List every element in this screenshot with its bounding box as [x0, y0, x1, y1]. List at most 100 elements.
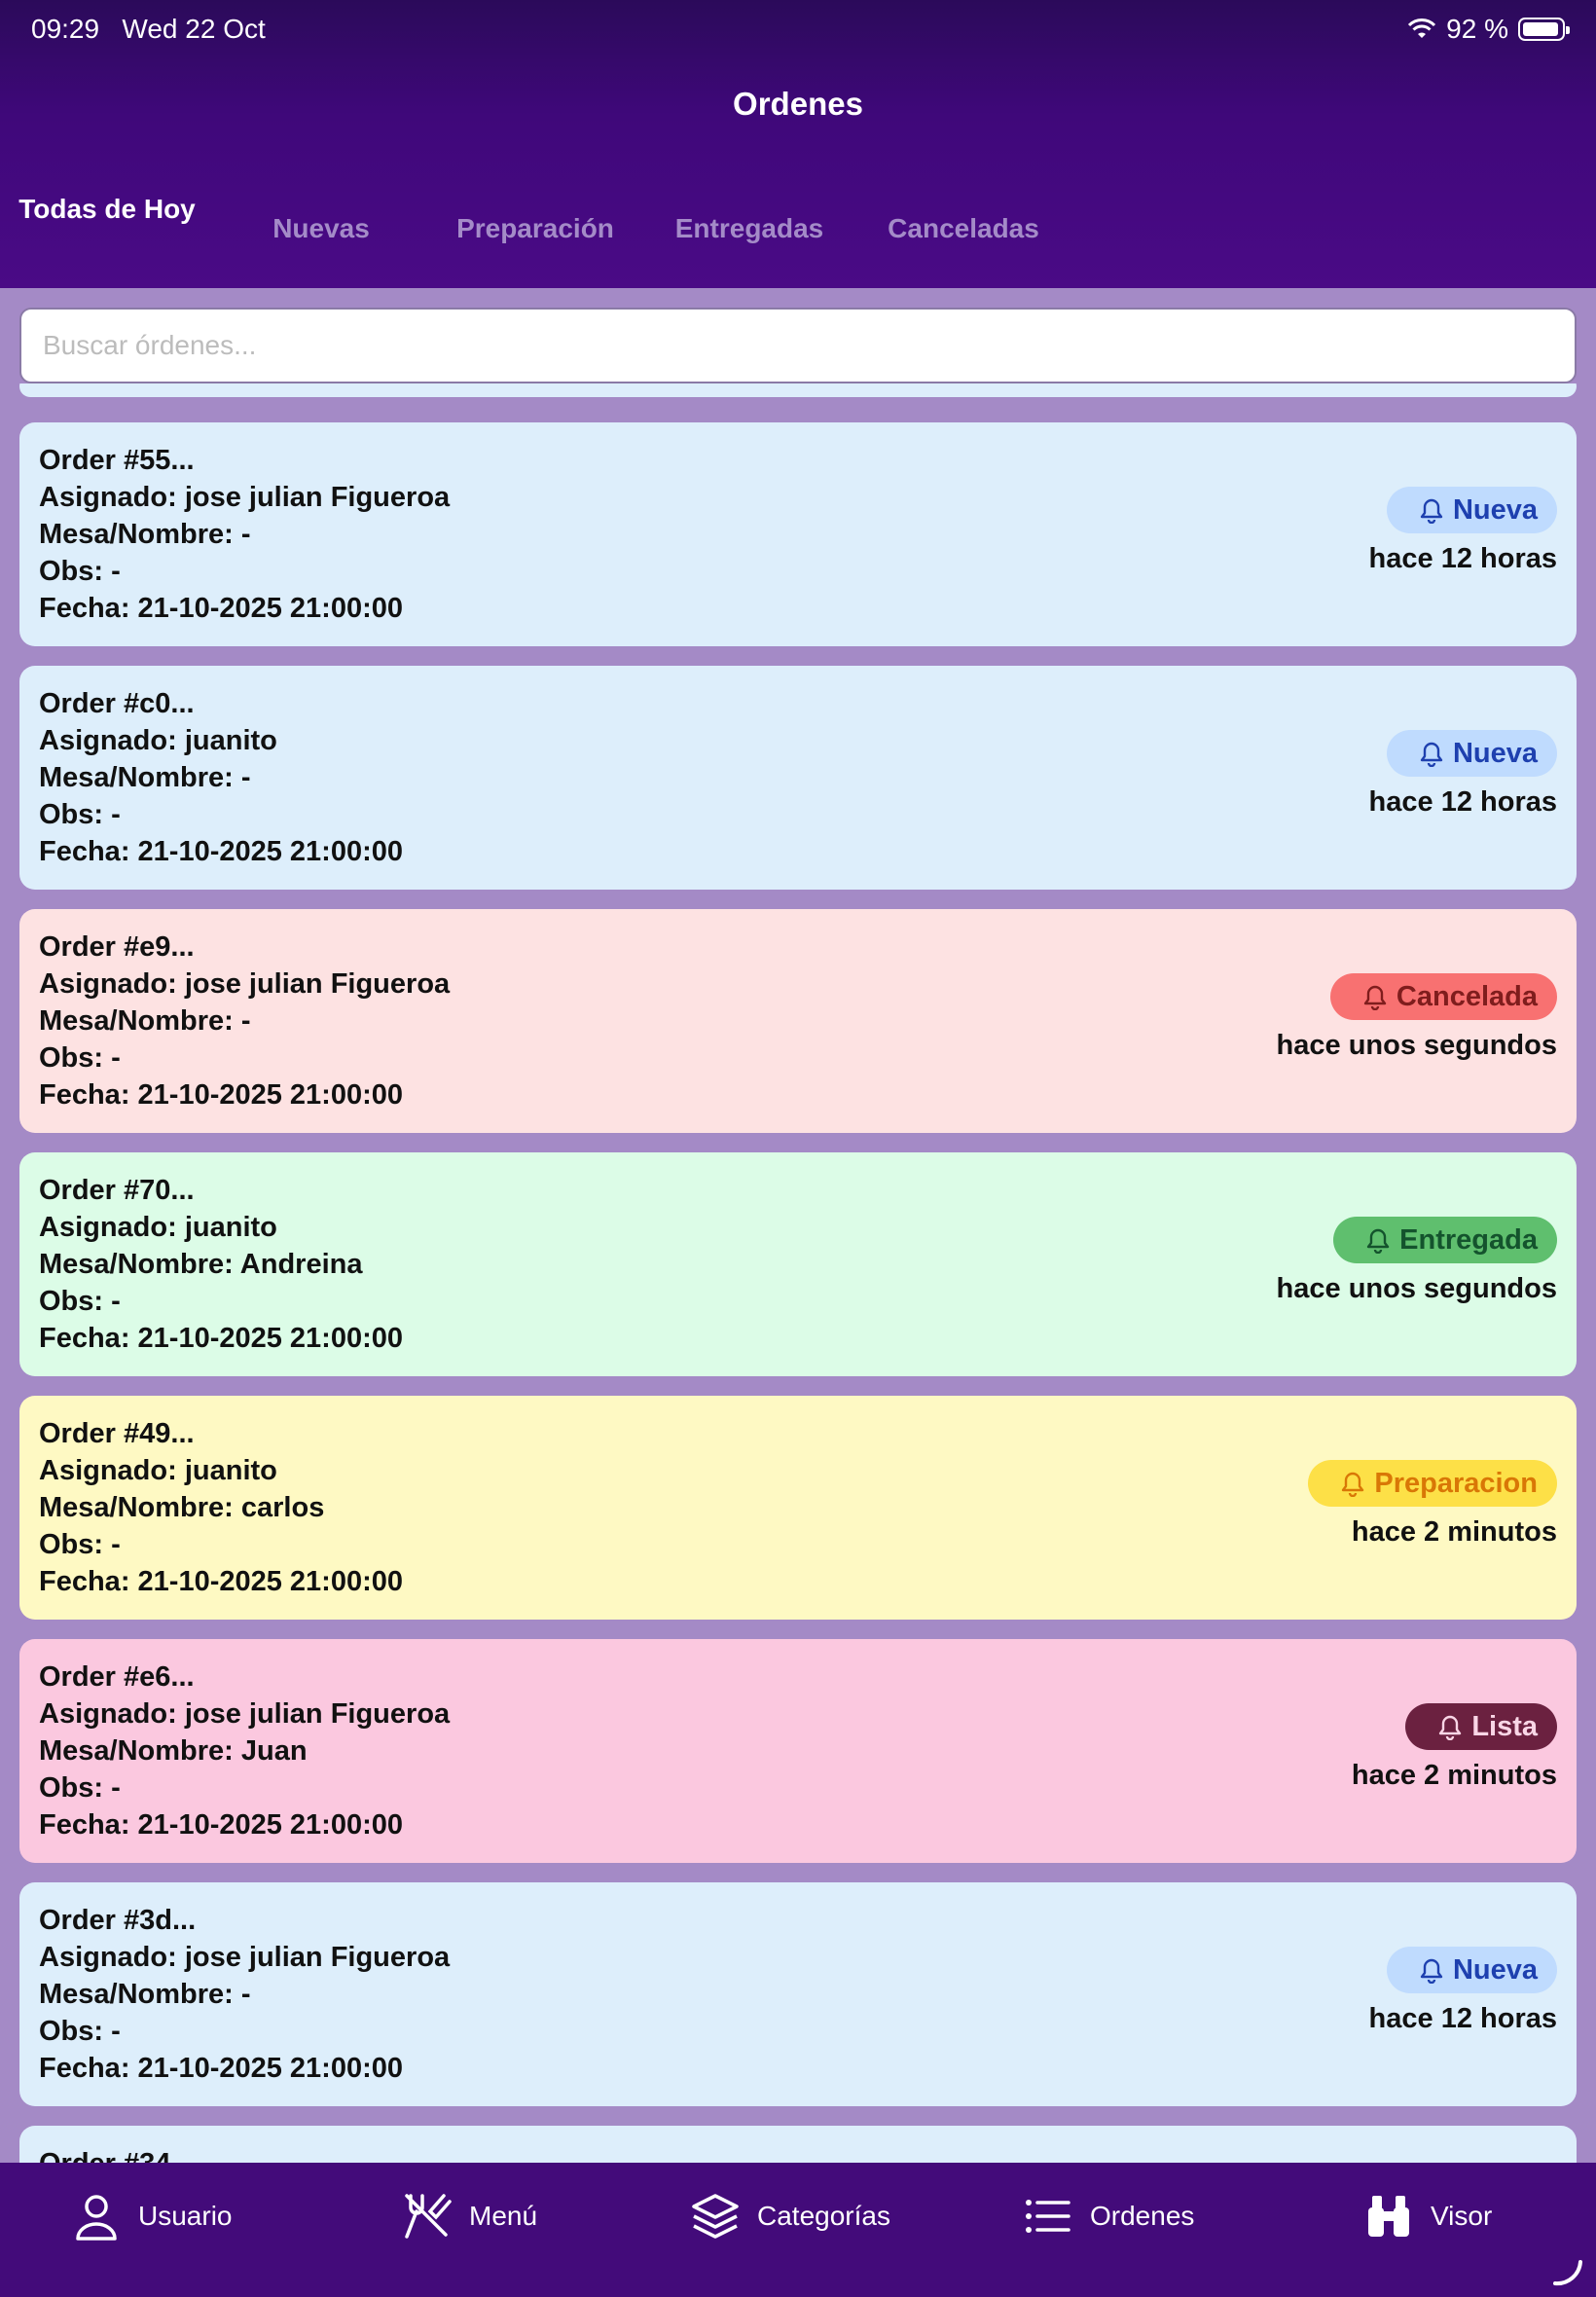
- order-id: Order #e9...: [39, 931, 195, 963]
- order-date: Fecha: 21-10-2025 21:00:00: [39, 593, 404, 624]
- user-icon: [76, 2195, 117, 2241]
- bell-icon: [1361, 983, 1389, 1010]
- order-id: Order #e6...: [39, 1661, 195, 1693]
- nav-categorias[interactable]: Categorías: [689, 2190, 890, 2242]
- bell-icon: [1436, 1713, 1464, 1740]
- status-badge: Preparacion: [1308, 1460, 1557, 1507]
- status-label: Lista: [1471, 1710, 1538, 1742]
- order-details: Order #34: [39, 2145, 170, 2163]
- order-card[interactable]: Order #49... Asignado: juanito Mesa/Nombre…: [19, 1396, 1577, 1620]
- order-card[interactable]: Order #3d... Asignado: jose julian Figuer…: [19, 1882, 1577, 2106]
- bell-icon: [1418, 496, 1445, 524]
- tab-bar: Todas de Hoy Nuevas Preparación Entregad…: [0, 185, 1070, 273]
- order-assignee: Asignado: juanito: [39, 1455, 277, 1486]
- order-status-area: Nueva hace 12 horas: [1369, 487, 1557, 575]
- order-status-area: Nueva hace 12 horas: [1369, 730, 1557, 819]
- bell-icon: [1339, 1470, 1366, 1497]
- order-assignee: Asignado: jose julian Figueroa: [39, 482, 451, 513]
- order-assignee: Asignado: juanito: [39, 725, 277, 756]
- order-id: Order #34: [39, 2145, 170, 2163]
- order-date: Fecha: 21-10-2025 21:00:00: [39, 2053, 404, 2084]
- layers-icon: [692, 2194, 739, 2239]
- order-assignee: Asignado: juanito: [39, 1212, 277, 1243]
- status-label: Nueva: [1452, 493, 1538, 526]
- bell-icon: [1418, 1956, 1445, 1984]
- order-notes: Obs: -: [39, 799, 121, 830]
- tab-todas-de-hoy[interactable]: Todas de Hoy: [0, 193, 214, 226]
- order-assignee: Asignado: jose julian Figueroa: [39, 1942, 451, 1973]
- order-date: Fecha: 21-10-2025 21:00:00: [39, 1566, 404, 1597]
- order-table-name: Mesa/Nombre: carlos: [39, 1492, 325, 1523]
- order-id: Order #49...: [39, 1418, 195, 1449]
- order-date: Fecha: 21-10-2025 21:00:00: [39, 1809, 404, 1841]
- order-status-area: Nueva hace 12 horas: [1369, 1947, 1557, 2035]
- status-badge: Cancelada: [1329, 973, 1557, 1020]
- nav-visor[interactable]: Visor: [1362, 2190, 1492, 2242]
- status-label: Nueva: [1452, 737, 1538, 769]
- order-card[interactable]: Order #34: [19, 2126, 1577, 2163]
- battery-percent: 92 %: [1446, 14, 1508, 44]
- bottom-nav: Usuario Menú Categorías Ordenes Visor: [0, 2163, 1596, 2297]
- bell-icon: [1418, 740, 1445, 767]
- order-date: Fecha: 21-10-2025 21:00:00: [39, 1323, 404, 1354]
- search-input[interactable]: Buscar órdenes...: [19, 308, 1577, 383]
- order-date: Fecha: 21-10-2025 21:00:00: [39, 1079, 404, 1111]
- order-details: Order #3d... Asignado: jose julian Figuer…: [39, 1902, 450, 2087]
- order-notes: Obs: -: [39, 1772, 121, 1804]
- bell-icon: [1364, 1226, 1392, 1254]
- order-card[interactable]: Order #e9... Asignado: jose julian Figuer…: [19, 909, 1577, 1133]
- loading-spinner-icon: [1553, 2260, 1582, 2286]
- order-assignee: Asignado: jose julian Figueroa: [39, 1698, 451, 1730]
- nav-categorias-label: Categorías: [757, 2201, 890, 2231]
- nav-ordenes[interactable]: Ordenes: [1022, 2190, 1194, 2242]
- order-table-name: Mesa/Nombre: Andreina: [39, 1249, 363, 1280]
- nav-usuario[interactable]: Usuario: [70, 2190, 232, 2242]
- order-card[interactable]: Order #70... Asignado: juanito Mesa/Nombre…: [19, 1152, 1577, 1376]
- tab-entregadas[interactable]: Entregadas: [642, 212, 856, 245]
- tab-nuevas[interactable]: Nuevas: [214, 212, 428, 245]
- order-time-ago: hace unos segundos: [1276, 1030, 1557, 1061]
- order-table-name: Mesa/Nombre: -: [39, 519, 251, 550]
- list-icon: [1026, 2200, 1070, 2233]
- status-badge: Nueva: [1386, 487, 1557, 533]
- tab-preparacion[interactable]: Preparación: [428, 212, 642, 245]
- order-card-partial-top[interactable]: [19, 383, 1577, 397]
- tab-canceladas[interactable]: Canceladas: [856, 212, 1070, 245]
- order-details: Order #55... Asignado: jose julian Figuer…: [39, 442, 450, 627]
- top-bar: 09:29 Wed 22 Oct 92 % Ordenes Todas de H…: [0, 0, 1596, 288]
- status-badge: Nueva: [1386, 730, 1557, 777]
- order-table-name: Mesa/Nombre: -: [39, 1979, 251, 2010]
- order-table-name: Mesa/Nombre: -: [39, 1005, 251, 1037]
- order-table-name: Mesa/Nombre: -: [39, 762, 251, 793]
- status-bar-time: 09:29 Wed 22 Oct: [31, 14, 266, 45]
- order-status-area: Entregada hace unos segundos: [1277, 1217, 1557, 1305]
- order-status-area: Cancelada hace unos segundos: [1277, 973, 1557, 1062]
- order-time-ago: hace 12 horas: [1368, 2003, 1557, 2034]
- order-time-ago: hace unos segundos: [1276, 1273, 1557, 1304]
- order-notes: Obs: -: [39, 1042, 121, 1074]
- order-date: Fecha: 21-10-2025 21:00:00: [39, 836, 404, 867]
- wifi-icon: [1408, 18, 1436, 38]
- battery-icon: [1518, 18, 1570, 41]
- status-badge: Nueva: [1386, 1947, 1557, 1993]
- order-assignee: Asignado: jose julian Figueroa: [39, 968, 451, 1000]
- order-details: Order #e9... Asignado: jose julian Figuer…: [39, 929, 450, 1113]
- order-notes: Obs: -: [39, 1286, 121, 1317]
- order-time-ago: hace 2 minutos: [1351, 1516, 1557, 1548]
- order-table-name: Mesa/Nombre: Juan: [39, 1735, 308, 1767]
- status-label: Cancelada: [1396, 980, 1538, 1012]
- status-badge: Entregada: [1333, 1217, 1557, 1263]
- order-card[interactable]: Order #e6... Asignado: jose julian Figuer…: [19, 1639, 1577, 1863]
- order-card[interactable]: Order #c0... Asignado: juanito Mesa/Nombre…: [19, 666, 1577, 890]
- orders-list[interactable]: Order #55... Asignado: jose julian Figuer…: [0, 383, 1596, 2163]
- status-label: Preparacion: [1374, 1467, 1538, 1499]
- order-id: Order #c0...: [39, 688, 195, 719]
- fork-knife-icon: [405, 2194, 452, 2239]
- order-card[interactable]: Order #55... Asignado: jose julian Figuer…: [19, 422, 1577, 646]
- order-details: Order #70... Asignado: juanito Mesa/Nombre…: [39, 1172, 403, 1357]
- nav-ordenes-label: Ordenes: [1090, 2201, 1195, 2231]
- nav-menu-label: Menú: [469, 2201, 538, 2231]
- clock: 09:29: [31, 14, 100, 44]
- nav-menu[interactable]: Menú: [401, 2190, 537, 2242]
- order-id: Order #3d...: [39, 1905, 197, 1936]
